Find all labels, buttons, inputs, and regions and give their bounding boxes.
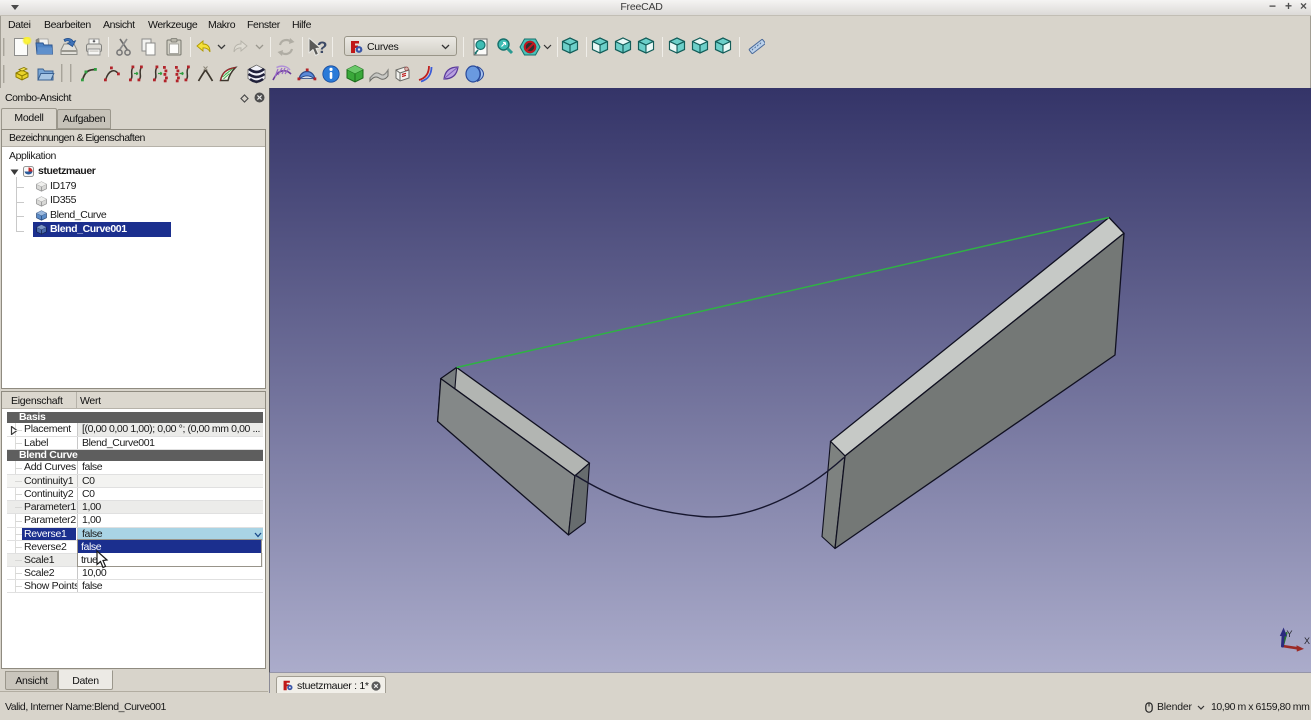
svg-text:Y: Y (1287, 629, 1293, 639)
svg-text:X: X (1304, 636, 1310, 646)
